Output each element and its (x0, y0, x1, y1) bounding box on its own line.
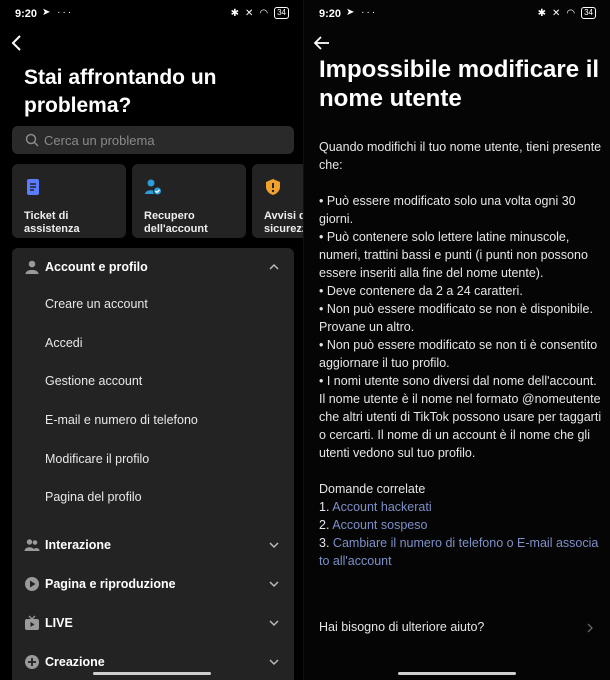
mute-icon: ✕ (551, 7, 561, 19)
status-bar: 9:20 ➤ ··· ✱ ✕ ◠ 34 (0, 0, 303, 28)
related-number: 2. (319, 518, 330, 532)
need-more-help-link[interactable]: Hai bisogno di ulteriore aiuto? (319, 620, 597, 634)
bullet-item: • Può contenere solo lettere latine minu… (319, 230, 588, 280)
back-arrow-icon[interactable] (8, 33, 28, 53)
related-number: 1. (319, 500, 330, 514)
bluetooth-icon: ✱ (230, 7, 239, 19)
related-item: 1. Account hackerati (319, 498, 605, 516)
section-label: LIVE (45, 616, 73, 630)
home-indicator (398, 672, 516, 675)
search-placeholder: Cerca un problema (44, 132, 155, 148)
topic-item[interactable]: Creare un account (45, 297, 148, 311)
bullet-item: • Può essere modificato solo una volta o… (319, 194, 576, 226)
plus-icon (25, 655, 39, 669)
play-icon (25, 577, 39, 591)
article-title: Impossibile modificare il nome utente (319, 56, 600, 112)
section-label: Interazione (45, 538, 111, 552)
article-body: Quando modifichi il tuo nome utente, tie… (319, 138, 605, 570)
mute-icon: ✕ (244, 7, 254, 19)
card-label: Recupero dell'account (144, 210, 208, 235)
section-playback[interactable]: Pagina e riproduzione (12, 565, 294, 603)
topic-item[interactable]: Gestione account (45, 374, 142, 388)
ticket-icon (27, 179, 39, 195)
system-icons: ✱ ✕ ◠ 34 (538, 7, 596, 19)
user-icon (25, 260, 39, 274)
chevron-down-icon (269, 620, 279, 627)
related-link[interactable]: Cambiare il numero di telefono o E-mail … (319, 536, 598, 568)
chevron-down-icon (269, 581, 279, 588)
related-item: 3. Cambiare il numero di telefono o E-ma… (319, 534, 605, 570)
related-link[interactable]: Account hackerati (332, 500, 431, 514)
account-recovery-icon (145, 179, 162, 196)
card-account-recovery[interactable]: Recupero dell'account (132, 164, 246, 238)
card-label: Avvisi di sicurezza (264, 210, 303, 235)
section-interaction[interactable]: Interazione (12, 526, 294, 564)
related-item: 2. Account sospeso (319, 516, 605, 534)
chevron-down-icon (269, 542, 279, 549)
page-title: Stai affrontando un problema? (24, 66, 217, 117)
bluetooth-icon: ✱ (537, 7, 546, 19)
topic-list: Account e profilo Creare un account Acce… (12, 248, 294, 680)
help-center-panel: 9:20 ➤ ··· ✱ ✕ ◠ 34 Stai affrontando un … (0, 0, 303, 680)
bullet-item: • Deve contenere da 2 a 24 caratteri. (319, 284, 523, 298)
card-label: Ticket di assistenza (24, 210, 80, 235)
article-panel: 9:20 ➤ ··· ✱ ✕ ◠ 34 Impossibile modifica… (304, 0, 610, 680)
topic-item[interactable]: Modificare il profilo (45, 452, 149, 466)
back-arrow-icon[interactable] (312, 33, 332, 53)
status-time: 9:20 (319, 8, 342, 20)
section-label: Account e profilo (45, 260, 148, 274)
section-live[interactable]: LIVE (12, 604, 294, 642)
system-icons: ✱ ✕ ◠ 34 (231, 7, 289, 19)
status-bar: 9:20 ➤ ··· ✱ ✕ ◠ 34 (304, 0, 610, 28)
chevron-down-icon (269, 659, 279, 666)
quick-action-cards: Ticket di assistenza Recupero dell'accou… (12, 164, 303, 238)
live-tv-icon (25, 615, 39, 630)
chevron-right-icon[interactable] (585, 623, 595, 633)
related-questions-title: Domande correlate (319, 482, 426, 496)
security-shield-icon (266, 179, 280, 195)
people-icon (24, 539, 40, 551)
bullet-item: • I nomi utente sono diversi dal nome de… (319, 374, 602, 460)
notification-icons: ➤ ··· (42, 7, 74, 18)
wifi-icon: ◠ (259, 7, 269, 19)
section-label: Pagina e riproduzione (45, 577, 176, 591)
search-input[interactable]: Cerca un problema (12, 126, 294, 154)
article-intro: Quando modifichi il tuo nome utente, tie… (319, 140, 602, 172)
status-time: 9:20 (15, 8, 38, 20)
battery-icon: 34 (274, 7, 289, 19)
search-icon (25, 133, 39, 147)
card-security[interactable]: Avvisi di sicurezza (252, 164, 303, 238)
section-label: Creazione (45, 655, 105, 669)
related-number: 3. (319, 536, 330, 550)
topic-item[interactable]: Accedi (45, 336, 83, 350)
battery-icon: 34 (581, 7, 596, 19)
notification-icons: ➤ ··· (346, 7, 378, 18)
card-ticket[interactable]: Ticket di assistenza (12, 164, 126, 238)
section-account-profile[interactable]: Account e profilo (12, 248, 294, 286)
topic-item[interactable]: Pagina del profilo (45, 490, 142, 504)
bullet-item: • Non può essere modificato se non ti è … (319, 338, 598, 370)
bullet-item: • Non può essere modificato se non è dis… (319, 302, 593, 334)
chevron-up-icon (269, 263, 279, 270)
related-link[interactable]: Account sospeso (332, 518, 427, 532)
home-indicator (93, 672, 211, 675)
wifi-icon: ◠ (566, 7, 576, 19)
topic-item[interactable]: E-mail e numero di telefono (45, 413, 198, 427)
